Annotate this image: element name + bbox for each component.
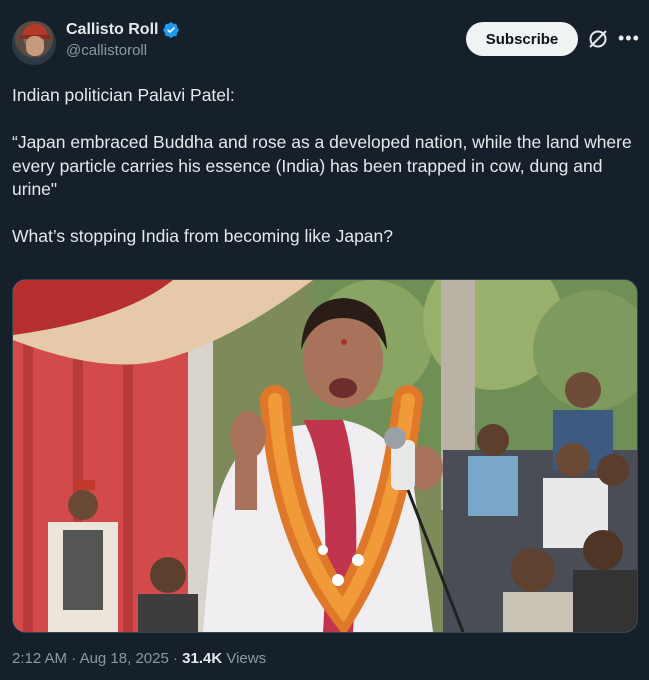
views-count: 31.4K <box>182 650 223 667</box>
avatar-face <box>26 36 44 56</box>
tweet-photo[interactable] <box>12 279 638 633</box>
more-icon[interactable]: ••• <box>618 29 640 47</box>
grok-icon[interactable] <box>586 27 610 51</box>
tweet-quote: “Japan embraced Buddha and rose as a dev… <box>12 132 632 199</box>
meta-separator: · <box>71 650 77 667</box>
tweet-question: What’s stopping India from becoming like… <box>12 226 394 246</box>
author-handle[interactable]: @callistoroll <box>66 42 180 59</box>
tweet-header: Callisto Roll @callistoroll Subscribe ••… <box>12 18 640 70</box>
photo-illustration <box>13 280 637 632</box>
avatar[interactable] <box>12 21 56 65</box>
tweet-text: Indian politician Palavi Patel: “Japan e… <box>12 84 640 249</box>
author-info[interactable]: Callisto Roll @callistoroll <box>66 21 180 59</box>
views-label: Views <box>226 650 267 667</box>
author-name-row: Callisto Roll <box>66 21 180 39</box>
meta-separator: · <box>172 650 178 667</box>
tweet-date[interactable]: Aug 18, 2025 <box>80 650 169 667</box>
subscribe-button[interactable]: Subscribe <box>466 22 578 56</box>
verified-badge-icon <box>163 22 180 38</box>
author-display-name[interactable]: Callisto Roll <box>66 21 158 39</box>
tweet-line-intro: Indian politician Palavi Patel: <box>12 85 235 105</box>
tweet-meta: 2:12 AM · Aug 18, 2025 · 31.4K Views <box>12 650 266 667</box>
tweet-time[interactable]: 2:12 AM <box>12 650 67 667</box>
